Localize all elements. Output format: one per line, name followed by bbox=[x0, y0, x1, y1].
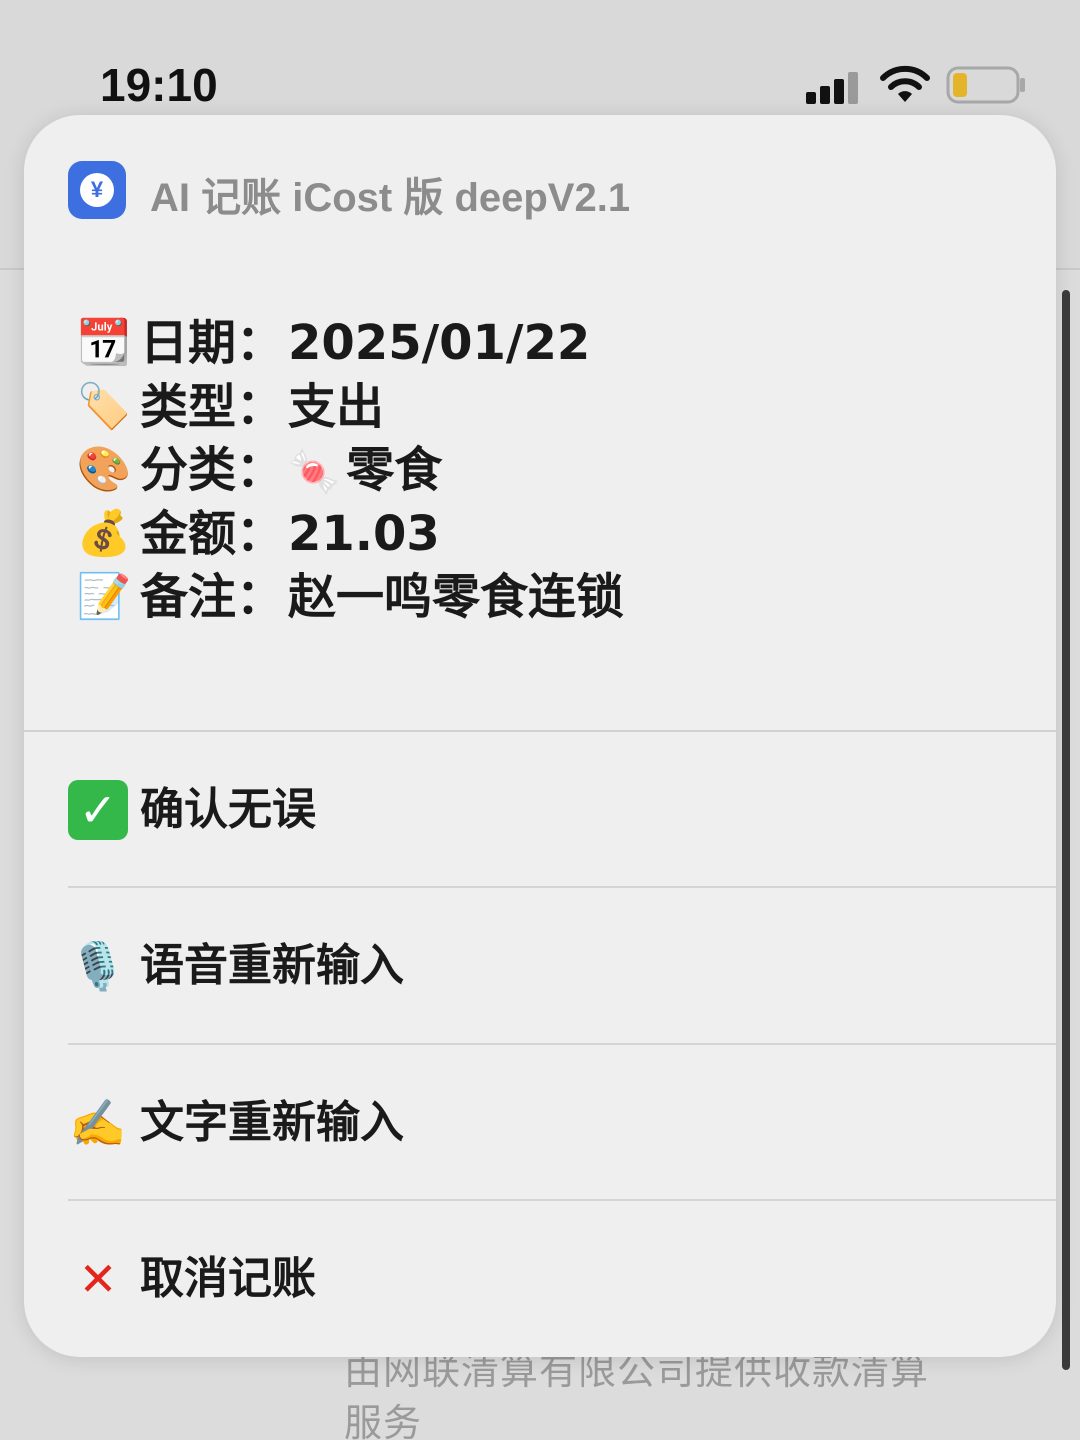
background-footer-text: 由网联清算有限公司提供收款清算 服务 bbox=[344, 1345, 1044, 1440]
scroll-indicator[interactable] bbox=[1062, 290, 1070, 1370]
shortcut-sheet: ¥ AI 记账 iCost 版 deepV2.1 📆 日期： 2025/01/2… bbox=[24, 115, 1056, 1357]
amount-label: 金额： bbox=[140, 505, 285, 562]
category-value: 🍬 零食 bbox=[288, 442, 443, 498]
status-bar: 19:10 bbox=[0, 50, 1080, 120]
cancel-label: 取消记账 bbox=[140, 1253, 316, 1304]
note-label: 备注： bbox=[140, 569, 285, 625]
cellular-signal-icon bbox=[806, 70, 864, 104]
memo-icon: 📝 bbox=[76, 571, 132, 622]
record-row-date: 📆 日期： 2025/01/22 bbox=[76, 311, 976, 375]
cancel-button[interactable]: ✕ 取消记账 bbox=[24, 1201, 1056, 1356]
microphone-icon: 🎙️ bbox=[69, 939, 127, 993]
wifi-icon bbox=[880, 65, 930, 102]
writing-hand-icon: ✍️ bbox=[69, 1096, 127, 1150]
cross-icon: ✕ bbox=[78, 1252, 118, 1306]
candy-icon: 🍬 bbox=[288, 447, 341, 496]
tag-icon: 🏷️ bbox=[76, 380, 132, 432]
record-row-category: 🎨 分类： 🍬 零食 bbox=[76, 438, 976, 502]
type-label: 类型： bbox=[140, 378, 285, 435]
confirm-button[interactable]: ✓ 确认无误 bbox=[24, 732, 1056, 887]
amount-value: 21.03 bbox=[288, 505, 440, 562]
calendar-icon: 📆 bbox=[76, 317, 132, 368]
status-time: 19:10 bbox=[100, 59, 218, 111]
text-reinput-label: 文字重新输入 bbox=[140, 1097, 404, 1148]
record-row-type: 🏷️ 类型： 支出 bbox=[76, 375, 976, 439]
voice-reinput-button[interactable]: 🎙️ 语音重新输入 bbox=[24, 888, 1056, 1043]
app-title: AI 记账 iCost 版 deepV2.1 bbox=[150, 176, 631, 220]
record-details: 📆 日期： 2025/01/22 🏷️ 类型： 支出 🎨 分类： 🍬 零食 💰 金… bbox=[76, 311, 976, 629]
confirm-label: 确认无误 bbox=[140, 784, 316, 835]
money-bag-icon: 💰 bbox=[76, 507, 132, 559]
palette-icon: 🎨 bbox=[76, 444, 132, 495]
date-value: 2025/01/22 bbox=[288, 315, 591, 371]
sheet-header: ¥ AI 记账 iCost 版 deepV2.1 bbox=[68, 161, 968, 221]
note-value: 赵一鸣零食连锁 bbox=[288, 569, 625, 625]
check-icon: ✓ bbox=[68, 780, 128, 840]
footer-line-2: 服务 bbox=[344, 1401, 423, 1440]
app-icon: ¥ bbox=[68, 161, 126, 219]
voice-reinput-label: 语音重新输入 bbox=[140, 940, 404, 991]
type-value: 支出 bbox=[288, 378, 385, 435]
date-label: 日期： bbox=[140, 315, 285, 371]
battery-icon bbox=[946, 66, 1025, 104]
category-label: 分类： bbox=[140, 442, 285, 498]
text-reinput-button[interactable]: ✍️ 文字重新输入 bbox=[24, 1045, 1056, 1200]
record-row-note: 📝 备注： 赵一鸣零食连锁 bbox=[76, 565, 976, 629]
record-row-amount: 💰 金额： 21.03 bbox=[76, 502, 976, 566]
yen-coin-icon: ¥ bbox=[80, 173, 114, 207]
